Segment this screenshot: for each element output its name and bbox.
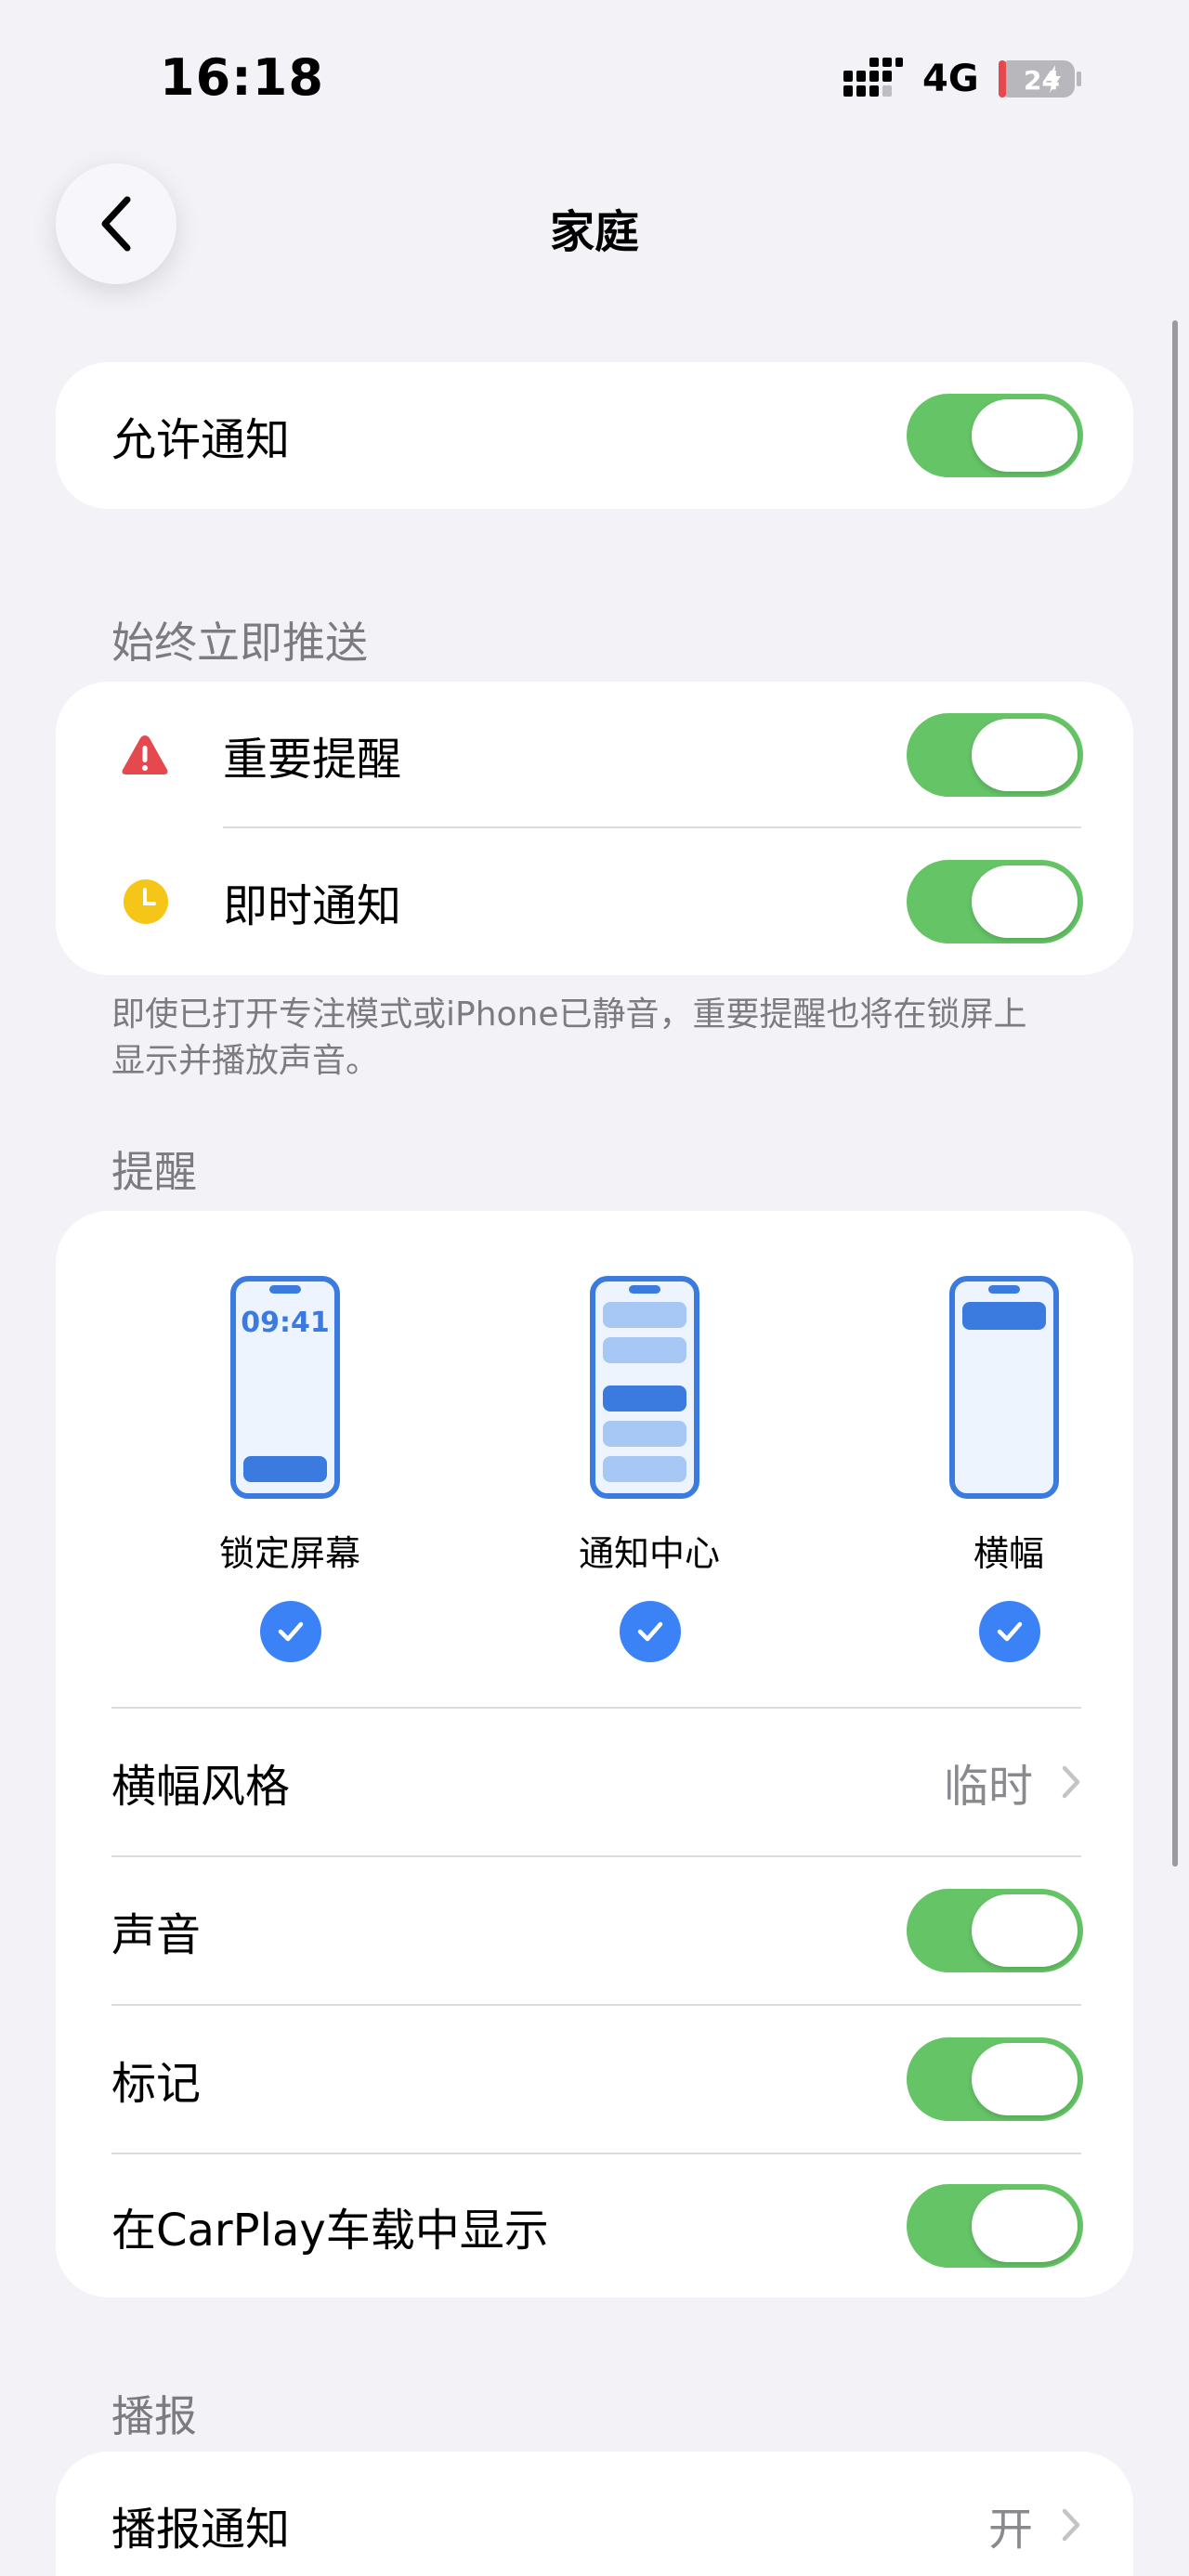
sounds-label: 声音: [111, 1909, 202, 1961]
battery-icon: 24: [999, 60, 1081, 98]
carplay-row: 在CarPlay车载中显示: [56, 2153, 1133, 2297]
sounds-toggle[interactable]: [907, 1889, 1083, 1972]
chevron-right-icon: [1062, 2508, 1080, 2542]
allow-notifications-toggle[interactable]: [907, 394, 1083, 477]
checkmark-icon[interactable]: [620, 1601, 681, 1662]
critical-alerts-label: 重要提醒: [223, 734, 402, 786]
alert-style-lock-screen[interactable]: 09:41 锁定屏幕: [178, 1276, 401, 1685]
alerts-section-header: 提醒: [111, 1147, 197, 1197]
announce-section-header: 播报: [111, 2391, 197, 2441]
chevron-right-icon: [1062, 1765, 1080, 1799]
lock-screen-time: 09:41: [241, 1307, 330, 1339]
alert-style-label: 锁定屏幕: [218, 1533, 360, 1574]
alert-style-banner[interactable]: 横幅: [897, 1276, 1120, 1685]
immediate-section-header: 始终立即推送: [111, 618, 368, 668]
network-type: 4G: [922, 58, 979, 100]
badges-toggle[interactable]: [907, 2037, 1083, 2121]
alerts-card: 09:41 锁定屏幕 通知中心 横幅 横幅风格 临时 声音 标记 在CarPla…: [56, 1211, 1133, 2297]
banner-style-row[interactable]: 横幅风格 临时: [56, 1709, 1133, 1855]
lock-screen-phone-icon: 09:41: [230, 1276, 340, 1499]
sounds-row: 声音: [56, 1857, 1133, 2004]
immediate-card: 重要提醒 即时通知: [56, 682, 1133, 975]
alert-style-label: 横幅: [973, 1533, 1044, 1574]
announce-notifications-row[interactable]: 播报通知 开: [56, 2452, 1133, 2576]
page-title: 家庭: [549, 206, 639, 258]
allow-notifications-row: 允许通知: [56, 362, 1133, 509]
critical-alerts-row: 重要提醒: [56, 682, 1133, 828]
allow-notifications-card: 允许通知: [56, 362, 1133, 509]
clock-icon: [124, 879, 168, 924]
announce-card: 播报通知 开: [56, 2452, 1133, 2576]
time-sensitive-label: 即时通知: [223, 880, 402, 932]
cellular-signal-icon: [843, 58, 903, 97]
alert-style-notification-center[interactable]: 通知中心: [538, 1276, 761, 1685]
carplay-toggle[interactable]: [907, 2184, 1083, 2268]
banner-style-label: 横幅风格: [111, 1761, 291, 1813]
carplay-label: 在CarPlay车载中显示: [111, 2205, 549, 2257]
time-sensitive-toggle[interactable]: [907, 860, 1083, 943]
banner-style-value-group: 临时: [944, 1750, 1081, 1815]
alert-style-label: 通知中心: [578, 1533, 720, 1574]
banner-style-value: 临时: [943, 1761, 1033, 1813]
critical-alerts-toggle[interactable]: [907, 713, 1083, 797]
immediate-footnote: 即使已打开专注模式或iPhone已静音，重要提醒也将在锁屏上显示并播放声音。: [111, 995, 1027, 1080]
badges-label: 标记: [111, 2058, 202, 2110]
time-sensitive-row: 即时通知: [56, 828, 1133, 975]
announce-notifications-value: 开: [987, 2504, 1033, 2556]
checkmark-icon[interactable]: [979, 1601, 1040, 1662]
warning-triangle-icon: [122, 735, 168, 774]
banner-phone-icon: [949, 1276, 1059, 1499]
announce-notifications-label: 播报通知: [111, 2504, 291, 2556]
notification-center-phone-icon: [590, 1276, 699, 1499]
status-bar: 16:18 4G 24: [0, 0, 1189, 158]
checkmark-icon[interactable]: [260, 1601, 321, 1662]
status-time: 16:18: [160, 48, 324, 107]
scroll-indicator[interactable]: [1172, 320, 1178, 1867]
badges-row: 标记: [56, 2006, 1133, 2153]
announce-value-group: 开: [988, 2492, 1081, 2557]
allow-notifications-label: 允许通知: [111, 414, 291, 466]
